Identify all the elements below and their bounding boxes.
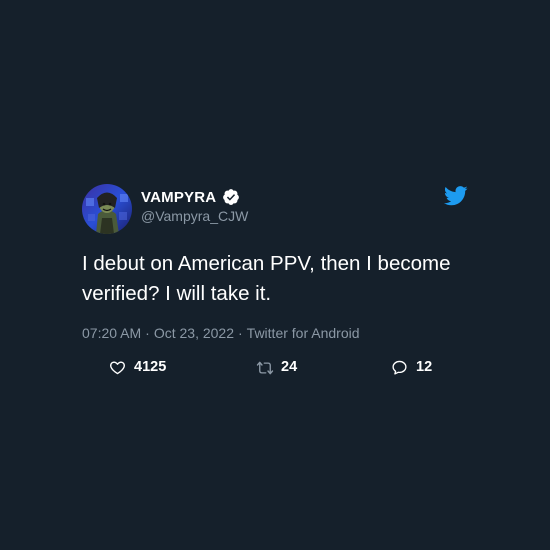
display-name[interactable]: VAMPYRA: [141, 189, 216, 206]
heart-icon: [109, 359, 126, 376]
reply-button[interactable]: 12: [391, 355, 432, 379]
reply-bubble-icon: [391, 359, 408, 376]
retweet-count: 24: [281, 359, 298, 375]
like-button[interactable]: 4125: [109, 355, 166, 379]
display-name-row: VAMPYRA: [141, 187, 248, 207]
meta-separator: ·: [238, 325, 243, 341]
tweet-card: VAMPYRA @Vampyra_CJW I debut on American…: [82, 182, 470, 379]
reply-count: 12: [416, 359, 433, 375]
avatar[interactable]: [82, 184, 132, 234]
tweet-metadata: 07:20 AM · Oct 23, 2022 · Twitter for Androi…: [82, 325, 470, 343]
retweet-icon: [256, 359, 274, 376]
author-info: VAMPYRA @Vampyra_CJW: [141, 187, 248, 225]
engagement-stats: 4125 24 12: [82, 355, 470, 379]
like-count: 4125: [134, 359, 167, 375]
tweet-header: VAMPYRA @Vampyra_CJW: [82, 182, 470, 236]
meta-separator: ·: [145, 325, 150, 341]
twitter-bird-icon[interactable]: [443, 186, 468, 206]
retweet-button[interactable]: 24: [256, 355, 297, 379]
handle[interactable]: @Vampyra_CJW: [141, 208, 248, 224]
tweet-source[interactable]: Twitter for Android: [247, 325, 360, 341]
tweet-time[interactable]: 07:20 AM: [82, 325, 141, 341]
verified-badge-icon: [222, 188, 240, 206]
tweet-date[interactable]: Oct 23, 2022: [154, 325, 234, 341]
tweet-text: I debut on American PPV, then I become v…: [82, 252, 451, 305]
